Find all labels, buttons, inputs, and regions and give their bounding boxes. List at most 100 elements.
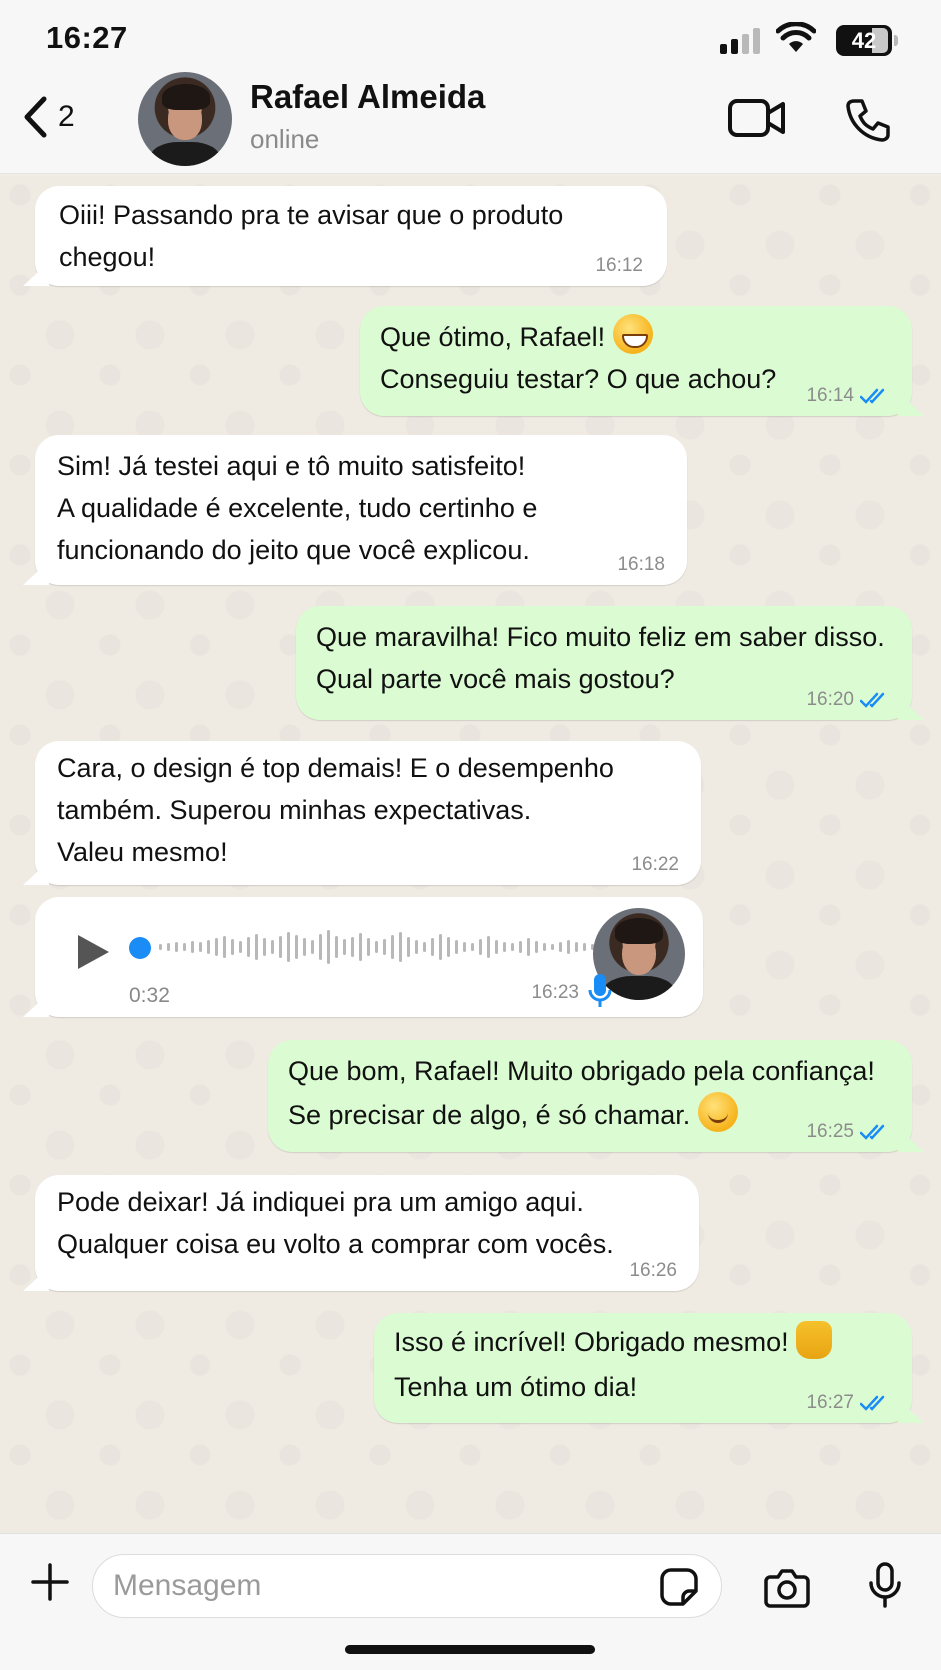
composer-bar — [0, 1533, 941, 1670]
message-text: Que bom, Rafael! Muito obrigado pela con… — [288, 1050, 875, 1136]
smiling-face-emoji — [697, 1092, 738, 1132]
message-list[interactable]: Oiii! Passando pra te avisar que o produ… — [0, 175, 941, 1533]
waveform-bar — [327, 930, 330, 964]
message-text: Isso é incrível! Obrigado mesmo! Tenha u… — [394, 1321, 833, 1411]
message-incoming[interactable]: Oiii! Passando pra te avisar que o produ… — [35, 186, 667, 286]
waveform-bar — [567, 940, 570, 954]
waveform-bar — [375, 941, 378, 953]
waveform-bar — [575, 942, 578, 952]
message-meta: 16:25 — [806, 1122, 890, 1142]
waveform-bar — [431, 938, 434, 956]
message-line: Isso é incrível! Obrigado mesmo! — [394, 1327, 797, 1357]
message-incoming[interactable]: Pode deixar! Já indiquei pra um amigo aq… — [35, 1175, 699, 1291]
voice-progress-handle[interactable] — [129, 937, 151, 959]
waveform-bar — [207, 940, 210, 954]
waveform-bar — [383, 939, 386, 955]
message-outgoing[interactable]: Isso é incrível! Obrigado mesmo! Tenha u… — [374, 1313, 912, 1423]
contact-status: online — [250, 124, 320, 154]
cellular-signal-icon — [720, 28, 760, 54]
message-meta: 16:20 — [806, 690, 890, 710]
waveform-bar — [535, 941, 538, 953]
waveform-bar — [423, 942, 426, 952]
waveform-bar — [519, 941, 522, 953]
battery-tip — [894, 35, 898, 46]
waveform-bar — [263, 938, 266, 956]
waveform-bar — [399, 932, 402, 962]
play-icon[interactable] — [75, 933, 111, 971]
video-call-icon[interactable] — [728, 98, 786, 138]
message-time: 16:14 — [806, 385, 854, 406]
message-time: 16:12 — [595, 255, 643, 276]
waveform-bar — [495, 940, 498, 954]
battery-icon: 42 — [836, 25, 892, 56]
microphone-icon[interactable] — [868, 1562, 902, 1608]
waveform-bar — [503, 942, 506, 952]
microphone-icon — [588, 974, 612, 1007]
double-check-icon — [860, 1124, 885, 1140]
message-line: Que bom, Rafael! Muito obrigado pela con… — [288, 1056, 875, 1086]
double-check-icon — [860, 388, 885, 404]
waveform-bar — [551, 944, 554, 950]
battery-level: 42 — [851, 27, 877, 53]
waveform-bar — [303, 938, 306, 956]
message-outgoing[interactable]: Que bom, Rafael! Muito obrigado pela con… — [268, 1040, 912, 1152]
waveform-bar — [487, 936, 490, 958]
double-check-icon — [860, 692, 885, 708]
waveform-bar — [407, 937, 410, 957]
waveform-bar — [191, 941, 194, 953]
message-time: 16:18 — [617, 554, 665, 575]
back-button[interactable]: 2 — [22, 96, 75, 138]
waveform-bar — [351, 937, 354, 957]
phone-icon[interactable] — [846, 98, 890, 142]
waveform-bar — [335, 936, 338, 958]
message-meta: 16:18 — [617, 555, 665, 575]
waveform-bar — [279, 936, 282, 958]
message-text: Pode deixar! Já indiquei pra um amigo aq… — [57, 1187, 614, 1259]
contact-name[interactable]: Rafael Almeida — [250, 78, 485, 116]
plus-icon[interactable] — [30, 1562, 70, 1602]
message-meta: 16:22 — [631, 855, 679, 875]
waveform-bar — [255, 934, 258, 960]
contact-avatar[interactable] — [138, 72, 232, 166]
double-check-icon — [860, 1395, 885, 1411]
raising-hands-emoji — [796, 1321, 833, 1359]
wifi-icon — [776, 22, 816, 52]
waveform-bar — [167, 943, 170, 951]
waveform-bar — [159, 944, 162, 950]
grinning-face-emoji — [612, 314, 653, 354]
waveform-bar — [319, 934, 322, 960]
waveform-bar — [239, 941, 242, 953]
message-outgoing[interactable]: Que maravilha! Fico muito feliz em saber… — [296, 606, 912, 720]
message-incoming[interactable]: Sim! Já testei aqui e tô muito satisfeit… — [35, 435, 687, 585]
message-time: 16:26 — [629, 1260, 677, 1281]
waveform-bar — [359, 933, 362, 961]
message-text: Oiii! Passando pra te avisar que o produ… — [59, 200, 564, 272]
message-time: 16:25 — [806, 1121, 854, 1142]
waveform-bar — [471, 943, 474, 951]
sticker-icon[interactable] — [659, 1567, 699, 1607]
message-incoming[interactable]: Cara, o design é top demais! E o desempe… — [35, 741, 701, 885]
waveform-bar — [231, 939, 234, 955]
chat-header: 16:27 42 2 Rafael Almeida online — [0, 0, 941, 174]
waveform-bar — [415, 940, 418, 954]
message-outgoing[interactable]: Que ótimo, Rafael! Conseguiu testar? O q… — [360, 306, 912, 416]
message-meta: 16:12 — [595, 256, 643, 276]
waveform-bar — [583, 943, 586, 951]
waveform-bar — [271, 940, 274, 954]
message-input[interactable] — [113, 1555, 613, 1617]
voice-message[interactable]: 0:32 16:23 — [35, 897, 703, 1017]
chevron-left-icon — [24, 96, 47, 138]
waveform-bar — [215, 938, 218, 956]
message-time: 16:22 — [631, 854, 679, 875]
message-line: Que ótimo, Rafael! — [380, 322, 613, 352]
message-field[interactable] — [92, 1554, 722, 1618]
voice-duration: 0:32 — [129, 984, 170, 1007]
voice-waveform[interactable] — [159, 927, 594, 967]
home-indicator — [345, 1645, 595, 1654]
message-text: Cara, o design é top demais! E o desempe… — [57, 753, 614, 867]
waveform-bar — [199, 942, 202, 952]
camera-icon[interactable] — [764, 1568, 810, 1608]
waveform-bar — [183, 943, 186, 951]
message-text: Que maravilha! Fico muito feliz em saber… — [316, 622, 885, 694]
waveform-bar — [479, 939, 482, 955]
